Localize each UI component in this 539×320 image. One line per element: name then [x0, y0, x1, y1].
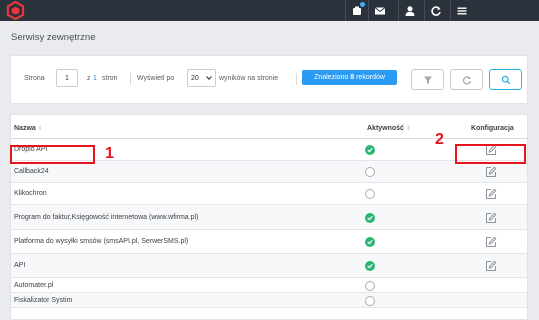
menu-button[interactable]: [450, 0, 472, 21]
active-check-icon[interactable]: [365, 237, 375, 247]
pages-label: stron: [102, 75, 118, 82]
service-name: Fiskalizator Systim: [14, 297, 73, 304]
service-name: Callback24: [14, 168, 49, 175]
table-row[interactable]: Klikochron: [11, 183, 527, 205]
sort-icon: ⇕: [405, 126, 411, 132]
annotation-number-1: 1: [105, 145, 114, 162]
inactive-circle-icon[interactable]: [365, 189, 375, 199]
mail-button[interactable]: [368, 0, 390, 21]
notifications-button[interactable]: [345, 0, 367, 21]
service-name: Klikochron: [14, 190, 47, 197]
user-icon: [405, 5, 414, 16]
annotation-number-2: 2: [435, 131, 444, 148]
per-page-suffix: wyników na stronie: [219, 75, 279, 82]
menu-icon: [457, 7, 466, 14]
top-navbar: [0, 0, 539, 21]
reset-icon: [462, 75, 471, 84]
edit-config-icon[interactable]: [485, 166, 497, 178]
table-row[interactable]: Platforma do wysyłki smsów (smsAPI.pl, S…: [11, 230, 527, 254]
per-page-value: 20: [191, 74, 199, 82]
mail-icon: [374, 6, 385, 14]
sort-icon: ⇕: [37, 126, 43, 132]
found-count: 8: [350, 74, 355, 81]
page-number-input[interactable]: 1: [56, 69, 78, 87]
service-name: Platforma do wysyłki smsów (smsAPI.pl, S…: [14, 238, 189, 245]
column-name-label: Nazwa: [14, 125, 36, 132]
page-title: Serwisy zewnętrzne: [11, 32, 96, 43]
total-pages-link[interactable]: 1: [93, 75, 97, 82]
service-name: Program do faktur,Księgowość internetowa…: [14, 214, 199, 221]
column-header-name[interactable]: Nazwa ⇕: [14, 125, 43, 132]
pagination-filter-bar: Strona 1 z 1 stron Wyświetl po 20 wynikó…: [10, 55, 528, 104]
filter-divider: [130, 73, 131, 85]
filter-button[interactable]: [411, 69, 444, 90]
service-name: Automater.pl: [14, 282, 54, 289]
app-logo-icon[interactable]: [6, 1, 25, 20]
edit-config-icon[interactable]: [485, 260, 497, 272]
active-check-icon[interactable]: [365, 213, 375, 223]
inactive-circle-icon[interactable]: [365, 167, 375, 177]
search-icon: [501, 75, 510, 84]
edit-config-icon[interactable]: [485, 212, 497, 224]
found-prefix: Znaleziono: [314, 74, 349, 81]
table-row[interactable]: Fiskalizator Systim: [11, 293, 527, 308]
found-suffix: rekordów: [356, 74, 385, 81]
notification-badge: [360, 2, 365, 7]
search-button[interactable]: [489, 69, 522, 90]
inactive-circle-icon[interactable]: [365, 296, 375, 306]
inactive-circle-icon[interactable]: [365, 281, 375, 291]
column-header-config: Konfiguracja: [471, 125, 514, 132]
column-config-label: Konfiguracja: [471, 125, 514, 132]
of-label: z: [87, 75, 91, 82]
edit-config-icon[interactable]: [485, 188, 497, 200]
column-active-label: Aktywność: [367, 125, 404, 132]
refresh-icon: [430, 5, 441, 16]
edit-config-icon[interactable]: [485, 236, 497, 248]
annotation-box-2: [455, 144, 526, 164]
column-header-active[interactable]: Aktywność ⇕: [367, 125, 411, 132]
active-check-icon[interactable]: [365, 261, 375, 271]
records-found-badge: Znaleziono 8 rekordów: [302, 70, 397, 85]
page-label: Strona: [24, 75, 45, 82]
refresh-button[interactable]: [424, 0, 446, 21]
filter-divider: [296, 73, 297, 85]
table-row[interactable]: Automater.pl: [11, 278, 527, 293]
table-row[interactable]: API: [11, 254, 527, 278]
per-page-label: Wyświetl po: [137, 75, 175, 82]
active-check-icon[interactable]: [365, 145, 375, 155]
reset-button[interactable]: [450, 69, 483, 90]
per-page-select[interactable]: 20: [187, 69, 216, 87]
annotation-box-1: [10, 145, 95, 164]
chevron-down-icon: [206, 76, 212, 80]
service-name: API: [14, 262, 26, 269]
table-row[interactable]: Callback24: [11, 161, 527, 183]
user-button[interactable]: [398, 0, 420, 21]
table-row[interactable]: Program do faktur,Księgowość internetowa…: [11, 205, 527, 230]
filter-icon: [423, 76, 432, 84]
